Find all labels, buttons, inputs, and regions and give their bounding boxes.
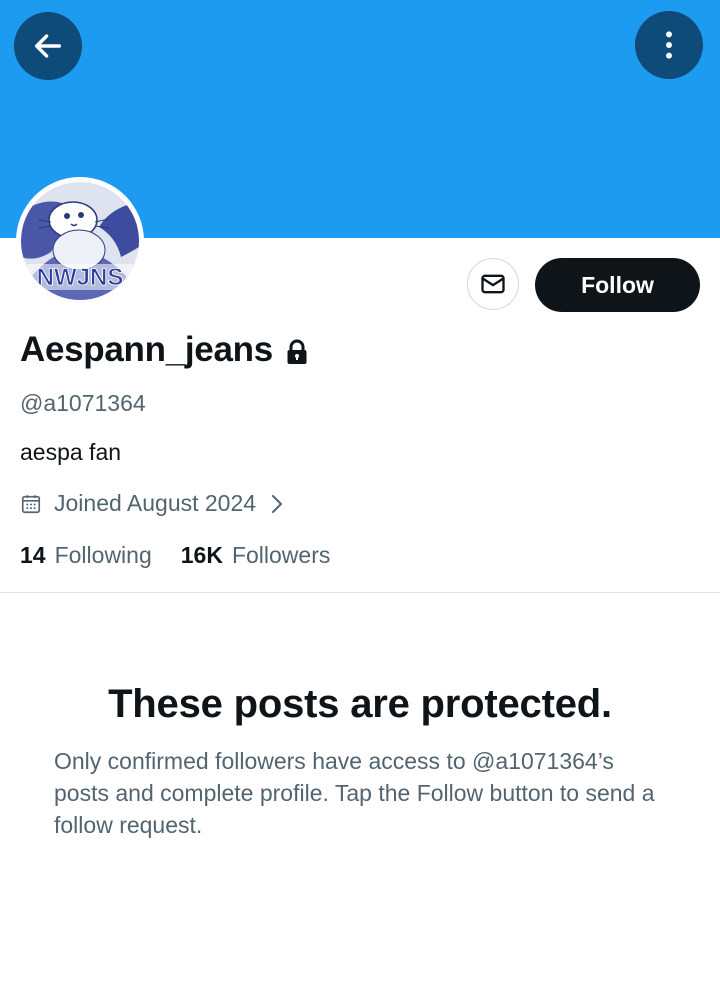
avatar[interactable]: NWJNS: [16, 177, 144, 305]
user-handle: @a1071364: [20, 390, 146, 416]
more-options-button[interactable]: [635, 11, 703, 79]
divider: [0, 592, 720, 593]
message-button[interactable]: [467, 258, 519, 310]
followers-label: Followers: [231, 542, 331, 568]
vertical-ellipsis-icon: [666, 31, 672, 59]
following-label: Following: [54, 542, 152, 568]
user-bio: aespa fan: [20, 439, 122, 465]
joined-date-row[interactable]: Joined August 2024: [20, 490, 284, 517]
avatar-image: NWJNS: [21, 182, 139, 300]
follow-button[interactable]: Follow: [535, 258, 700, 312]
joined-date-text: Joined August 2024: [54, 490, 257, 516]
followers-count: 16K: [180, 542, 223, 568]
avatar-logo-text: NWJNS: [37, 264, 124, 291]
chevron-right-icon: [270, 493, 284, 515]
display-name: Aespann_jeans: [20, 330, 273, 369]
following-count: 14: [20, 542, 46, 568]
followers-stat[interactable]: 16K Followers: [181, 542, 331, 569]
lock-icon: [285, 339, 309, 365]
profile-page: NWJNS Follow Aespann_jeans @a1071364 aes…: [0, 0, 720, 998]
arrow-left-icon: [34, 34, 62, 58]
following-stat[interactable]: 14 Following: [20, 542, 152, 569]
follow-stats: 14 Following 16K Followers: [20, 542, 330, 569]
protected-posts-description: Only confirmed followers have access to …: [54, 748, 655, 838]
display-name-row: Aespann_jeans: [20, 330, 309, 370]
calendar-icon: [20, 493, 42, 515]
protected-posts-title: These posts are protected.: [108, 682, 612, 726]
back-button[interactable]: [14, 12, 82, 80]
envelope-icon: [481, 274, 505, 294]
